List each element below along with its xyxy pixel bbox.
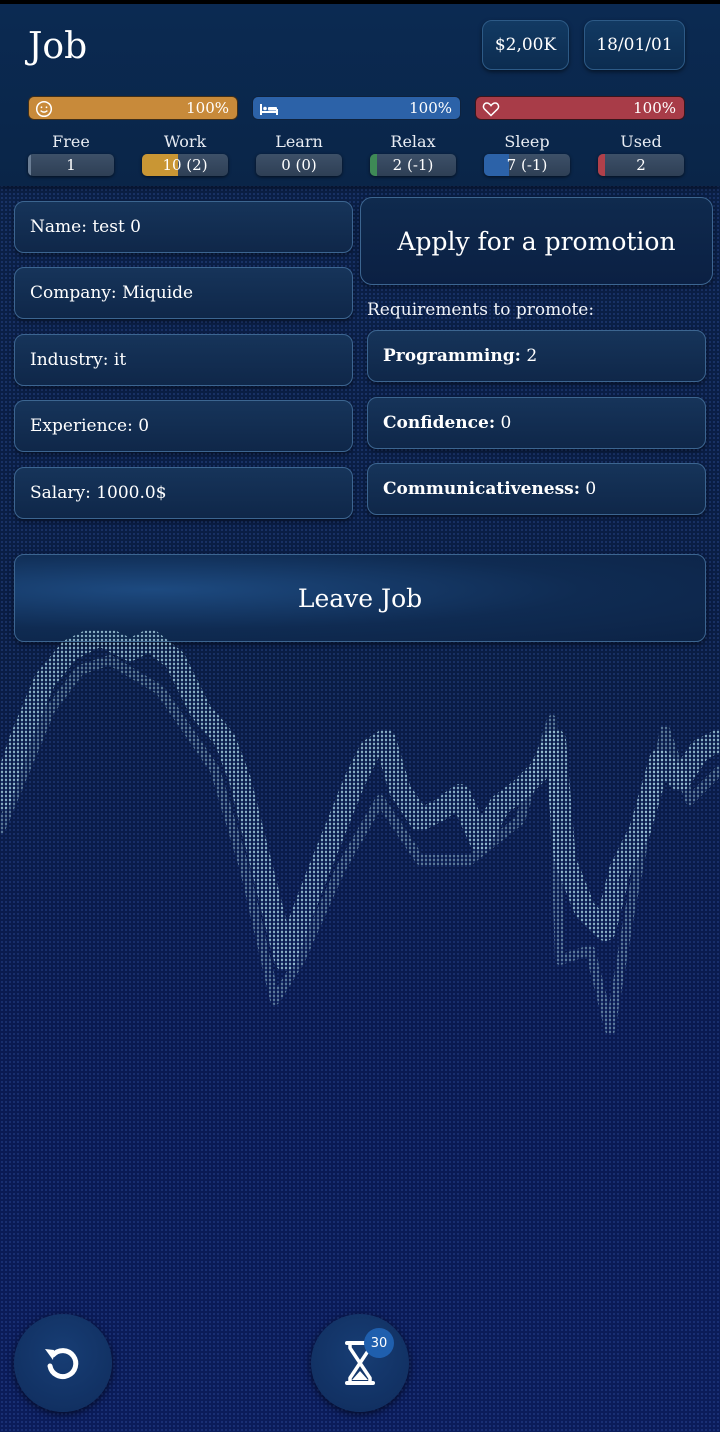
time-sleep-value: 7 (-1) [506,156,548,174]
job-name-card: Name: test 0 [14,201,353,253]
apply-promotion-button[interactable]: Apply for a promotion [360,197,713,285]
time-relax-label: Relax [390,132,436,151]
time-sleep[interactable]: Sleep 7 (-1) [484,132,570,176]
time-free-label: Free [52,132,90,151]
job-company-card: Company: Miquide [14,267,353,319]
requirement-value: 0 [500,413,512,433]
bed-icon [260,104,278,115]
requirement-confidence: Confidence: 0 [367,397,706,449]
time-sleep-label: Sleep [504,132,550,151]
requirement-value: 2 [526,346,538,366]
time-relax[interactable]: Relax 2 (-1) [370,132,456,176]
time-work-label: Work [163,132,207,151]
smiley-icon [35,100,53,118]
time-learn-label: Learn [275,132,323,151]
time-learn[interactable]: Learn 0 (0) [256,132,342,176]
time-used-value: 2 [636,156,646,174]
undo-button[interactable] [14,1314,112,1412]
undo-icon [45,1348,79,1380]
time-free-value: 1 [66,156,76,174]
top-header: Job $2,00K 18/01/01 100% 100% 100% Free [0,4,720,186]
requirement-skill: Programming: [383,346,521,366]
heart-icon [482,102,500,117]
time-sleep-box: 7 (-1) [484,154,570,176]
time-learn-value: 0 (0) [281,156,317,174]
requirement-programming: Programming: 2 [367,330,706,382]
time-free-box: 1 [28,154,114,176]
job-salary-card: Salary: 1000.0$ [14,467,353,519]
time-learn-box: 0 (0) [256,154,342,176]
energy-percent: 100% [409,99,452,117]
time-work-value: 10 (2) [162,156,208,174]
job-experience-card: Experience: 0 [14,400,353,452]
requirement-skill: Communicativeness: [383,479,580,499]
time-free[interactable]: Free 1 [28,132,114,176]
job-industry-card: Industry: it [14,334,353,386]
page-title: Job [28,26,88,67]
happiness-bar: 100% [28,96,238,120]
job-experience-text: Experience: 0 [30,416,150,436]
time-used-box: 2 [598,154,684,176]
hourglass-button[interactable] [311,1314,409,1412]
time-relax-value: 2 (-1) [392,156,434,174]
requirement-value: 0 [585,479,597,499]
job-salary-text: Salary: 1000.0$ [30,483,167,503]
background-stock-chart [0,630,720,1035]
time-work[interactable]: Work 10 (2) [142,132,228,176]
date-button[interactable]: 18/01/01 [584,20,685,70]
time-used-label: Used [620,132,662,151]
requirement-communicativeness: Communicativeness: 0 [367,463,706,515]
energy-bar: 100% [252,96,461,120]
requirements-label: Requirements to promote: [367,300,595,320]
job-industry-text: Industry: it [30,350,127,370]
time-relax-box: 2 (-1) [370,154,456,176]
time-work-box: 10 (2) [142,154,228,176]
hourglass-badge: 30 [364,1328,394,1358]
health-percent: 100% [633,99,676,117]
job-name-text: Name: test 0 [30,217,141,237]
leave-job-button[interactable]: Leave Job [14,554,706,642]
health-bar: 100% [475,96,685,120]
requirement-skill: Confidence: [383,413,496,433]
job-company-text: Company: Miquide [30,283,194,303]
money-button[interactable]: $2,00K [482,20,569,70]
time-used: Used 2 [598,132,684,176]
happiness-percent: 100% [186,99,229,117]
